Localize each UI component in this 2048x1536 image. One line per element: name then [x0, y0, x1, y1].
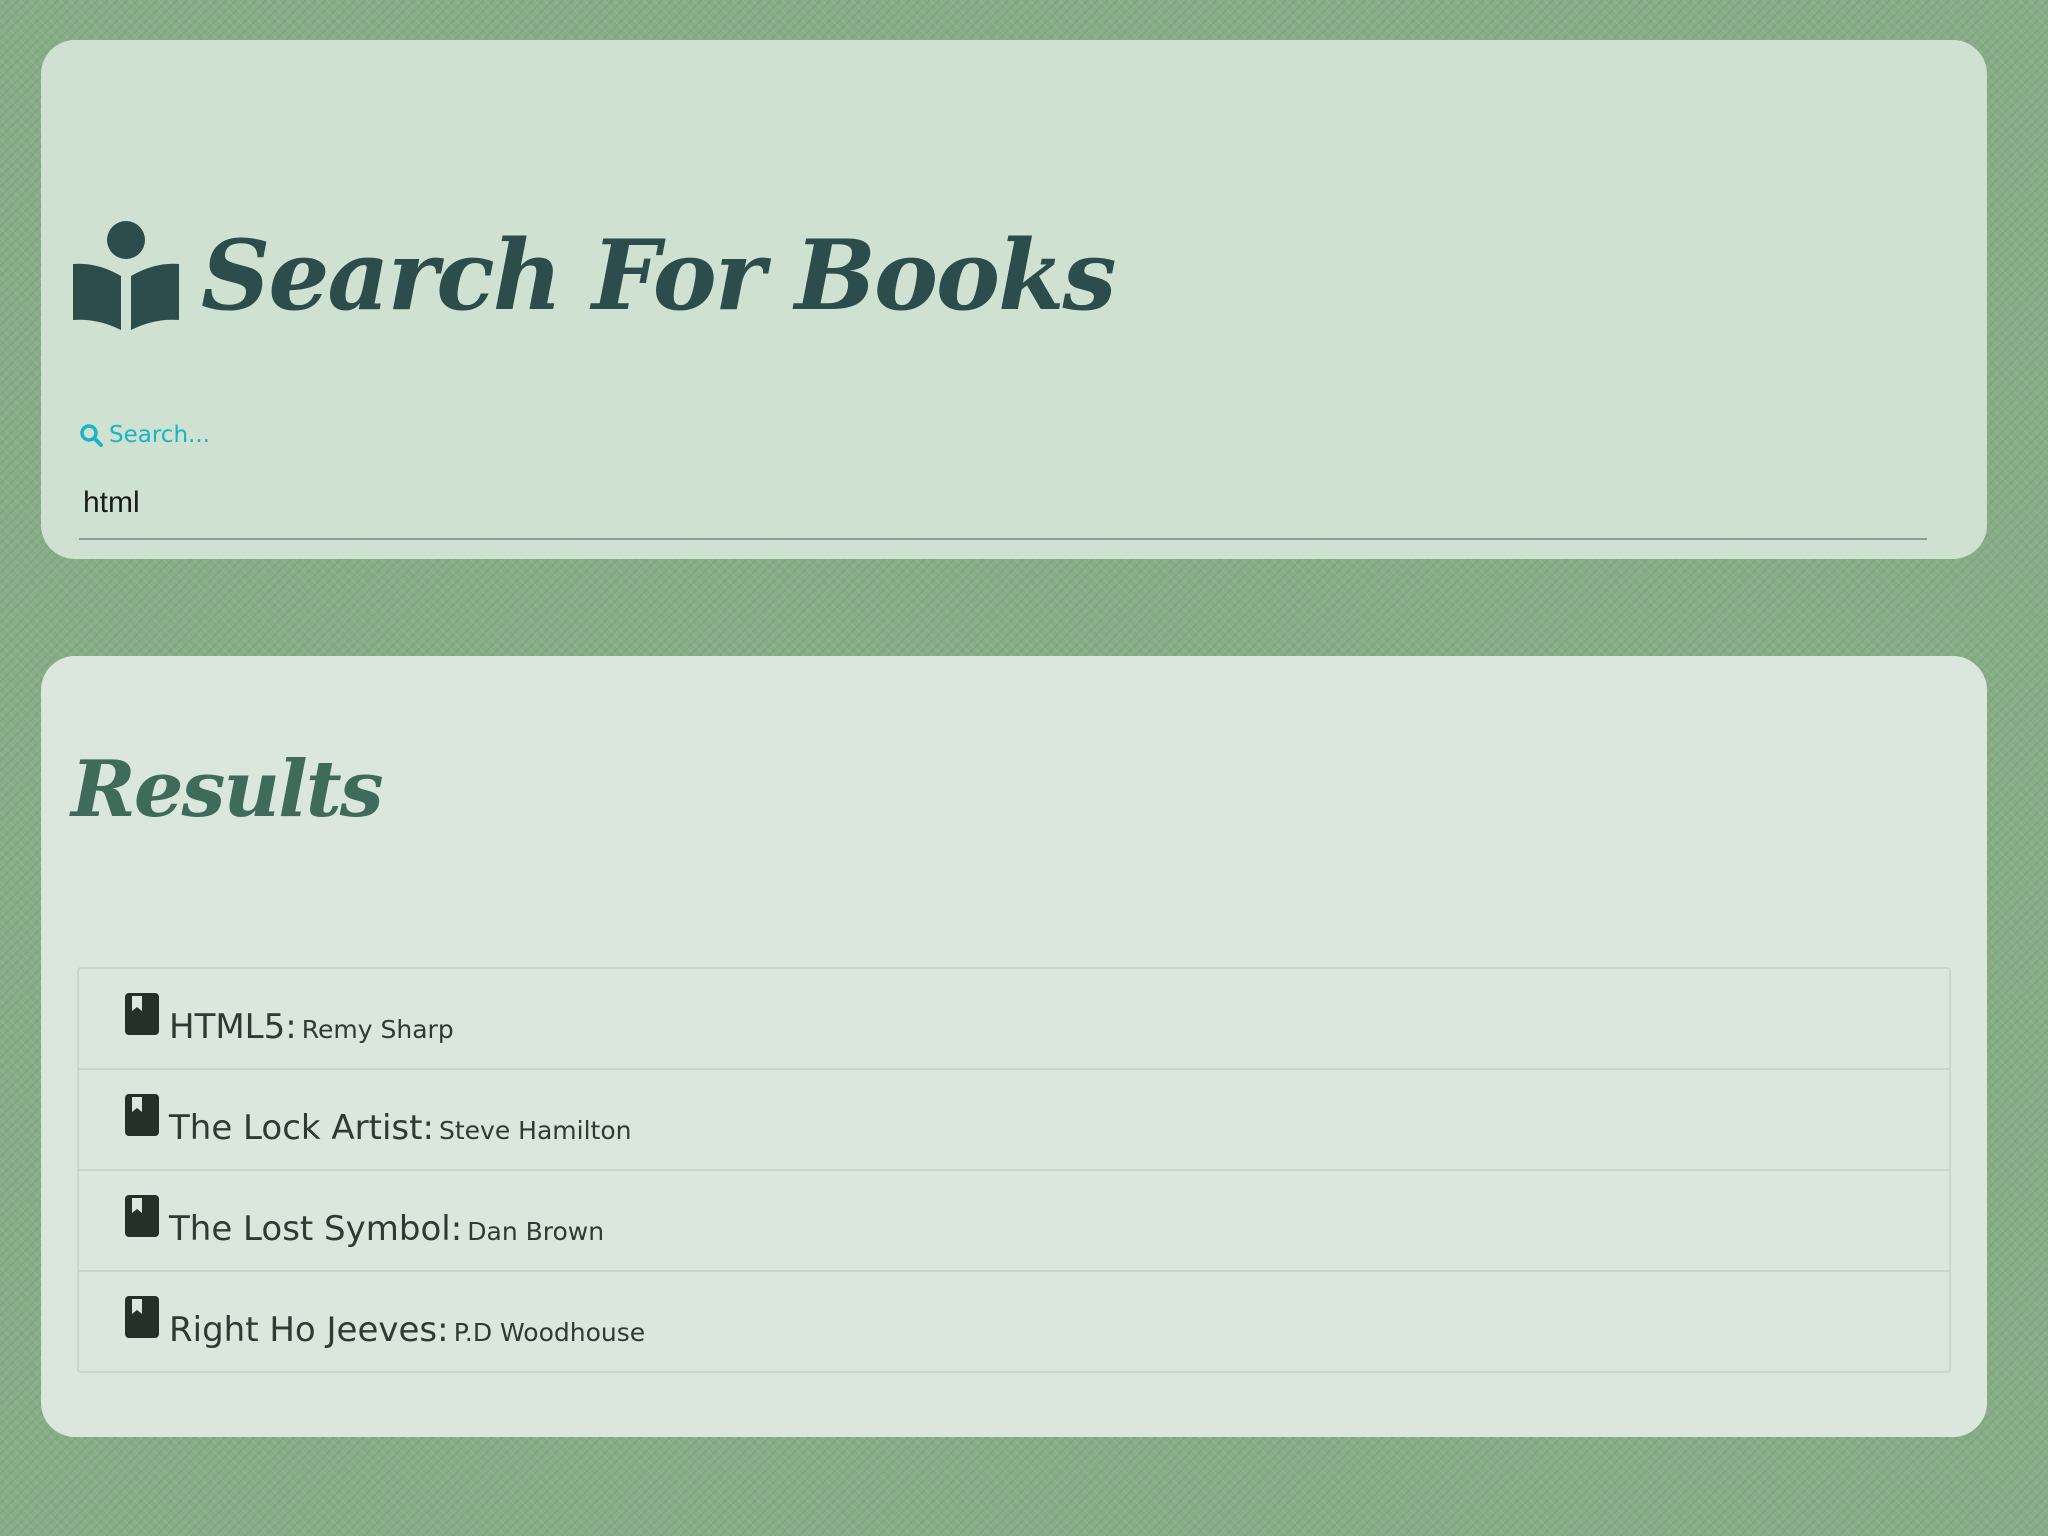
result-item[interactable]: HTML5: Remy Sharp	[79, 969, 1949, 1070]
page-title: Search For Books	[201, 218, 1117, 332]
search-icon	[80, 424, 103, 447]
book-title: The Lock Artist:	[169, 1108, 434, 1148]
book-author: Dan Brown	[467, 1217, 605, 1246]
book-title: The Lost Symbol:	[169, 1209, 463, 1249]
app-title: Search For Books	[73, 210, 1117, 340]
search-input[interactable]	[79, 468, 1927, 540]
results-card: Results HTML5: Remy Sharp The Lock Artis…	[41, 656, 1987, 1437]
result-item[interactable]: The Lock Artist: Steve Hamilton	[79, 1070, 1949, 1171]
results-heading: Results	[71, 744, 384, 835]
search-card: Search For Books Search...	[41, 40, 1987, 559]
book-reader-icon	[73, 221, 179, 330]
book-icon	[125, 1094, 159, 1136]
book-icon	[125, 1296, 159, 1338]
book-title: Right Ho Jeeves:	[169, 1310, 449, 1350]
search-label-text: Search...	[109, 422, 210, 448]
result-item[interactable]: Right Ho Jeeves: P.D Woodhouse	[79, 1272, 1949, 1371]
book-author: Remy Sharp	[301, 1015, 454, 1044]
result-item[interactable]: The Lost Symbol: Dan Brown	[79, 1171, 1949, 1272]
book-icon	[125, 993, 159, 1035]
book-author: P.D Woodhouse	[453, 1318, 646, 1347]
book-author: Steve Hamilton	[439, 1116, 632, 1145]
book-title: HTML5:	[169, 1007, 297, 1047]
results-list: HTML5: Remy Sharp The Lock Artist: Steve…	[77, 967, 1951, 1373]
book-icon	[125, 1195, 159, 1237]
search-label: Search...	[79, 422, 210, 448]
